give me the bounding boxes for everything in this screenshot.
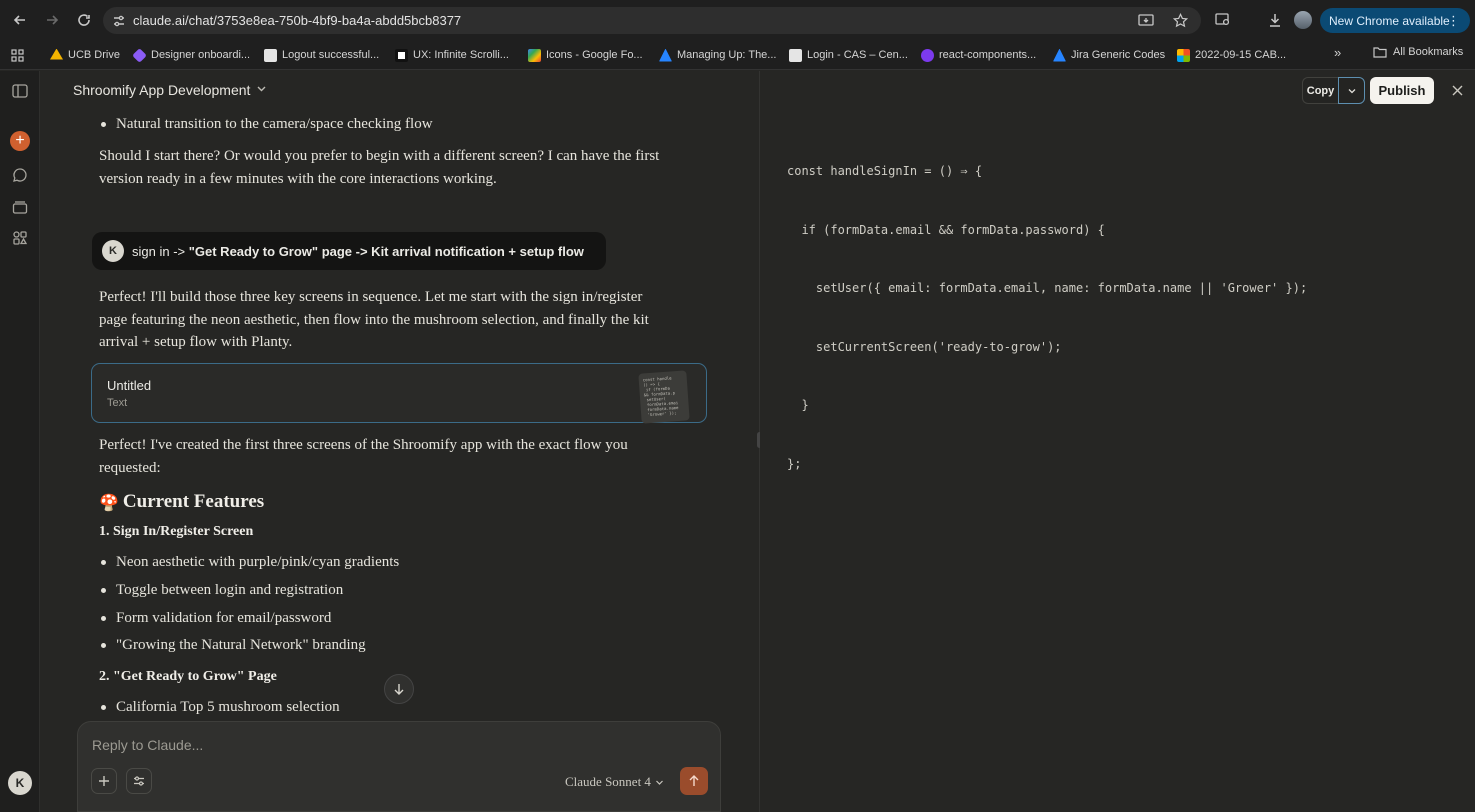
artifact-title: Untitled bbox=[107, 378, 152, 393]
bookmark-item[interactable]: Managing Up: The... bbox=[659, 46, 776, 64]
arrow-up-icon bbox=[689, 775, 699, 786]
composer: Reply to Claude... Claude Sonnet 4 bbox=[77, 721, 721, 812]
list-item: "Growing the Natural Network" branding bbox=[101, 637, 366, 654]
site-settings-icon[interactable] bbox=[105, 14, 133, 28]
bookmark-favicon bbox=[1053, 48, 1066, 62]
update-label: New Chrome available bbox=[1329, 13, 1450, 28]
url-text: claude.ai/chat/3753e8ea-750b-4bf9-ba4a-a… bbox=[133, 13, 462, 28]
model-selector[interactable]: Claude Sonnet 4 bbox=[565, 774, 664, 790]
list-item: Natural transition to the camera/space c… bbox=[101, 116, 433, 133]
forward-icon[interactable] bbox=[38, 6, 66, 34]
copy-button[interactable]: Copy bbox=[1302, 77, 1338, 104]
copy-options-button[interactable] bbox=[1338, 77, 1365, 104]
section-heading: 🍄 Current Features bbox=[99, 491, 265, 512]
list-item: California Top 5 mushroom selection bbox=[101, 699, 340, 716]
bookmark-item[interactable]: UX: Infinite Scrolli... bbox=[395, 46, 509, 64]
bookmark-favicon bbox=[1177, 48, 1190, 62]
assistant-message: Perfect! I'll build those three key scre… bbox=[99, 289, 649, 350]
artifact-thumbnail: const handle () => { if (formDa && formD… bbox=[638, 370, 690, 424]
chats-icon[interactable] bbox=[10, 165, 30, 185]
chrome-update-button[interactable]: New Chrome available ⋮ bbox=[1320, 8, 1470, 33]
back-icon[interactable] bbox=[6, 6, 34, 34]
artifact-type: Text bbox=[107, 397, 128, 409]
user-message: K sign in -> "Get Ready to Grow" page ->… bbox=[92, 232, 606, 270]
bookmark-favicon bbox=[528, 48, 541, 62]
code-line: } bbox=[787, 398, 809, 412]
bookmark-favicon bbox=[659, 48, 672, 62]
chevron-down-icon bbox=[256, 83, 267, 97]
bookmark-item[interactable]: UCB Drive bbox=[50, 46, 120, 64]
install-app-icon[interactable] bbox=[1135, 10, 1157, 32]
bookmark-item[interactable]: Designer onboardi... bbox=[132, 46, 250, 64]
arrow-down-icon bbox=[394, 684, 404, 695]
bookmark-item[interactable]: Jira Generic Codes bbox=[1053, 46, 1165, 64]
send-button[interactable] bbox=[680, 767, 708, 795]
projects-icon[interactable] bbox=[10, 197, 30, 217]
plus-icon bbox=[99, 776, 109, 786]
bookmark-item[interactable]: Login - CAS – Cen... bbox=[789, 46, 908, 64]
bookmark-favicon bbox=[50, 48, 63, 60]
user-avatar: K bbox=[102, 240, 124, 262]
subsection-heading: 1. Sign In/Register Screen bbox=[99, 524, 254, 539]
bookmark-item[interactable]: Logout successful... bbox=[264, 46, 379, 64]
sidebar-toggle-icon[interactable] bbox=[10, 81, 30, 101]
code-line: setUser({ email: formData.email, name: f… bbox=[787, 281, 1308, 295]
all-bookmarks-button[interactable]: All Bookmarks bbox=[1373, 46, 1463, 58]
code-line: if (formData.email && formData.password)… bbox=[787, 222, 1105, 237]
list-item: Toggle between login and registration bbox=[101, 582, 343, 599]
artifact-panel: Copy Publish const handleSignIn = () ⇒ {… bbox=[760, 71, 1475, 812]
bookmark-star-icon[interactable] bbox=[1169, 10, 1191, 32]
user-avatar[interactable]: K bbox=[8, 771, 32, 795]
list-item: Form validation for email/password bbox=[101, 610, 331, 627]
address-bar[interactable]: claude.ai/chat/3753e8ea-750b-4bf9-ba4a-a… bbox=[103, 7, 1201, 34]
left-rail: + K bbox=[0, 71, 40, 812]
bookmark-item[interactable]: react-components... bbox=[921, 46, 1036, 64]
attach-button[interactable] bbox=[91, 768, 117, 794]
downloads-icon[interactable] bbox=[1264, 9, 1286, 31]
reply-input[interactable]: Reply to Claude... bbox=[92, 737, 203, 753]
mushroom-icon: 🍄 bbox=[99, 492, 119, 512]
bookmark-favicon bbox=[789, 48, 802, 62]
artifacts-icon[interactable] bbox=[10, 228, 30, 248]
code-line: setCurrentScreen('ready-to-grow'); bbox=[787, 339, 1062, 354]
folder-icon bbox=[1373, 47, 1387, 58]
subsection-heading: 2. "Get Ready to Grow" Page bbox=[99, 669, 277, 684]
artifact-card[interactable]: Untitled Text const handle () => { if (f… bbox=[91, 363, 707, 424]
new-chat-button[interactable]: + bbox=[10, 131, 30, 151]
profile-avatar[interactable] bbox=[1294, 11, 1312, 29]
chat-title: Shroomify App Development bbox=[73, 82, 251, 98]
bookmark-favicon bbox=[132, 47, 147, 63]
chevron-down-icon bbox=[1348, 88, 1355, 93]
tools-button[interactable] bbox=[126, 768, 152, 794]
chevron-down-icon bbox=[656, 780, 663, 785]
code-view: const handleSignIn = () ⇒ { if (formData… bbox=[787, 123, 1307, 513]
apps-grid-icon[interactable] bbox=[6, 44, 28, 66]
tab-search-icon[interactable] bbox=[1212, 9, 1234, 31]
close-icon[interactable] bbox=[1446, 79, 1468, 101]
scroll-to-bottom-button[interactable] bbox=[384, 674, 414, 704]
chat-title-button[interactable]: Shroomify App Development bbox=[73, 82, 267, 98]
more-bookmarks-button[interactable]: » bbox=[1334, 45, 1341, 60]
reload-icon[interactable] bbox=[70, 6, 98, 34]
sliders-icon bbox=[134, 776, 144, 786]
assistant-message: Should I start there? Or would you prefe… bbox=[99, 148, 660, 187]
more-vert-icon[interactable]: ⋮ bbox=[1447, 13, 1460, 29]
bookmark-favicon bbox=[921, 48, 934, 62]
bookmark-favicon bbox=[264, 48, 277, 62]
list-item: Neon aesthetic with purple/pink/cyan gra… bbox=[101, 554, 399, 571]
bookmark-item[interactable]: 2022-09-15 CAB... bbox=[1177, 46, 1286, 64]
browser-toolbar: claude.ai/chat/3753e8ea-750b-4bf9-ba4a-a… bbox=[0, 0, 1475, 40]
bookmarks-bar: UCB Drive Designer onboardi... Logout su… bbox=[0, 40, 1475, 70]
publish-button[interactable]: Publish bbox=[1370, 77, 1434, 104]
code-line: const handleSignIn = () ⇒ { bbox=[787, 164, 983, 178]
assistant-message: Perfect! I've created the first three sc… bbox=[99, 437, 628, 476]
bookmark-item[interactable]: Icons - Google Fo... bbox=[528, 46, 643, 64]
code-line: }; bbox=[787, 456, 802, 471]
bookmark-favicon bbox=[395, 48, 408, 62]
chat-panel: Shroomify App Development Natural transi… bbox=[41, 71, 759, 812]
